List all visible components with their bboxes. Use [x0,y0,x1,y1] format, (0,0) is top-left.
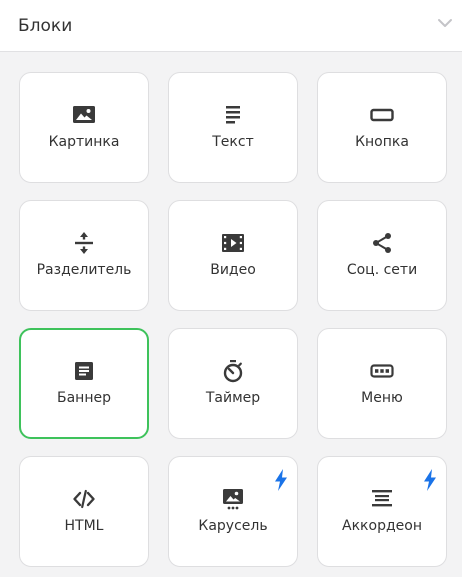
share-icon [370,231,394,255]
block-tile-menu[interactable]: Меню [317,328,447,439]
block-tile-accordion[interactable]: Аккордеон [317,456,447,567]
block-tile-social[interactable]: Соц. сети [317,200,447,311]
text-icon [221,103,245,127]
block-label: Карусель [198,518,268,534]
block-label: Баннер [57,390,111,406]
blocks-panel-header[interactable]: Блоки [0,0,462,52]
video-icon [221,231,245,255]
divider-icon [72,231,96,255]
block-tile-html[interactable]: HTML [19,456,149,567]
block-label: Соц. сети [346,262,418,278]
block-label: Меню [361,390,403,406]
block-label: Разделитель [36,262,132,278]
chevron-down-icon[interactable] [436,14,454,32]
blocks-grid: Картинка Текст Кнопка Разделитель Видео … [19,72,447,567]
block-label: Аккордеон [342,518,422,534]
timer-icon [221,359,245,383]
menu-icon [370,359,394,383]
image-icon [72,103,96,127]
block-tile-video[interactable]: Видео [168,200,298,311]
carousel-icon [221,487,245,511]
accordion-icon [370,487,394,511]
block-tile-timer[interactable]: Таймер [168,328,298,439]
block-tile-banner[interactable]: Баннер [19,328,149,439]
panel-title: Блоки [18,16,73,36]
lightning-icon [423,469,437,491]
block-label: Видео [210,262,256,278]
block-label: Таймер [205,390,261,406]
banner-icon [72,359,96,383]
blocks-panel: Блоки Картинка Текст Кнопка Разделитель … [0,0,462,577]
code-icon [72,487,96,511]
block-tile-text[interactable]: Текст [168,72,298,183]
block-tile-image[interactable]: Картинка [19,72,149,183]
lightning-icon [274,469,288,491]
block-label: Картинка [48,134,120,150]
block-label: Кнопка [355,134,409,150]
button-icon [370,103,394,127]
block-tile-divider[interactable]: Разделитель [19,200,149,311]
block-tile-button[interactable]: Кнопка [317,72,447,183]
block-tile-carousel[interactable]: Карусель [168,456,298,567]
block-label: Текст [212,134,254,150]
block-label: HTML [64,518,104,534]
